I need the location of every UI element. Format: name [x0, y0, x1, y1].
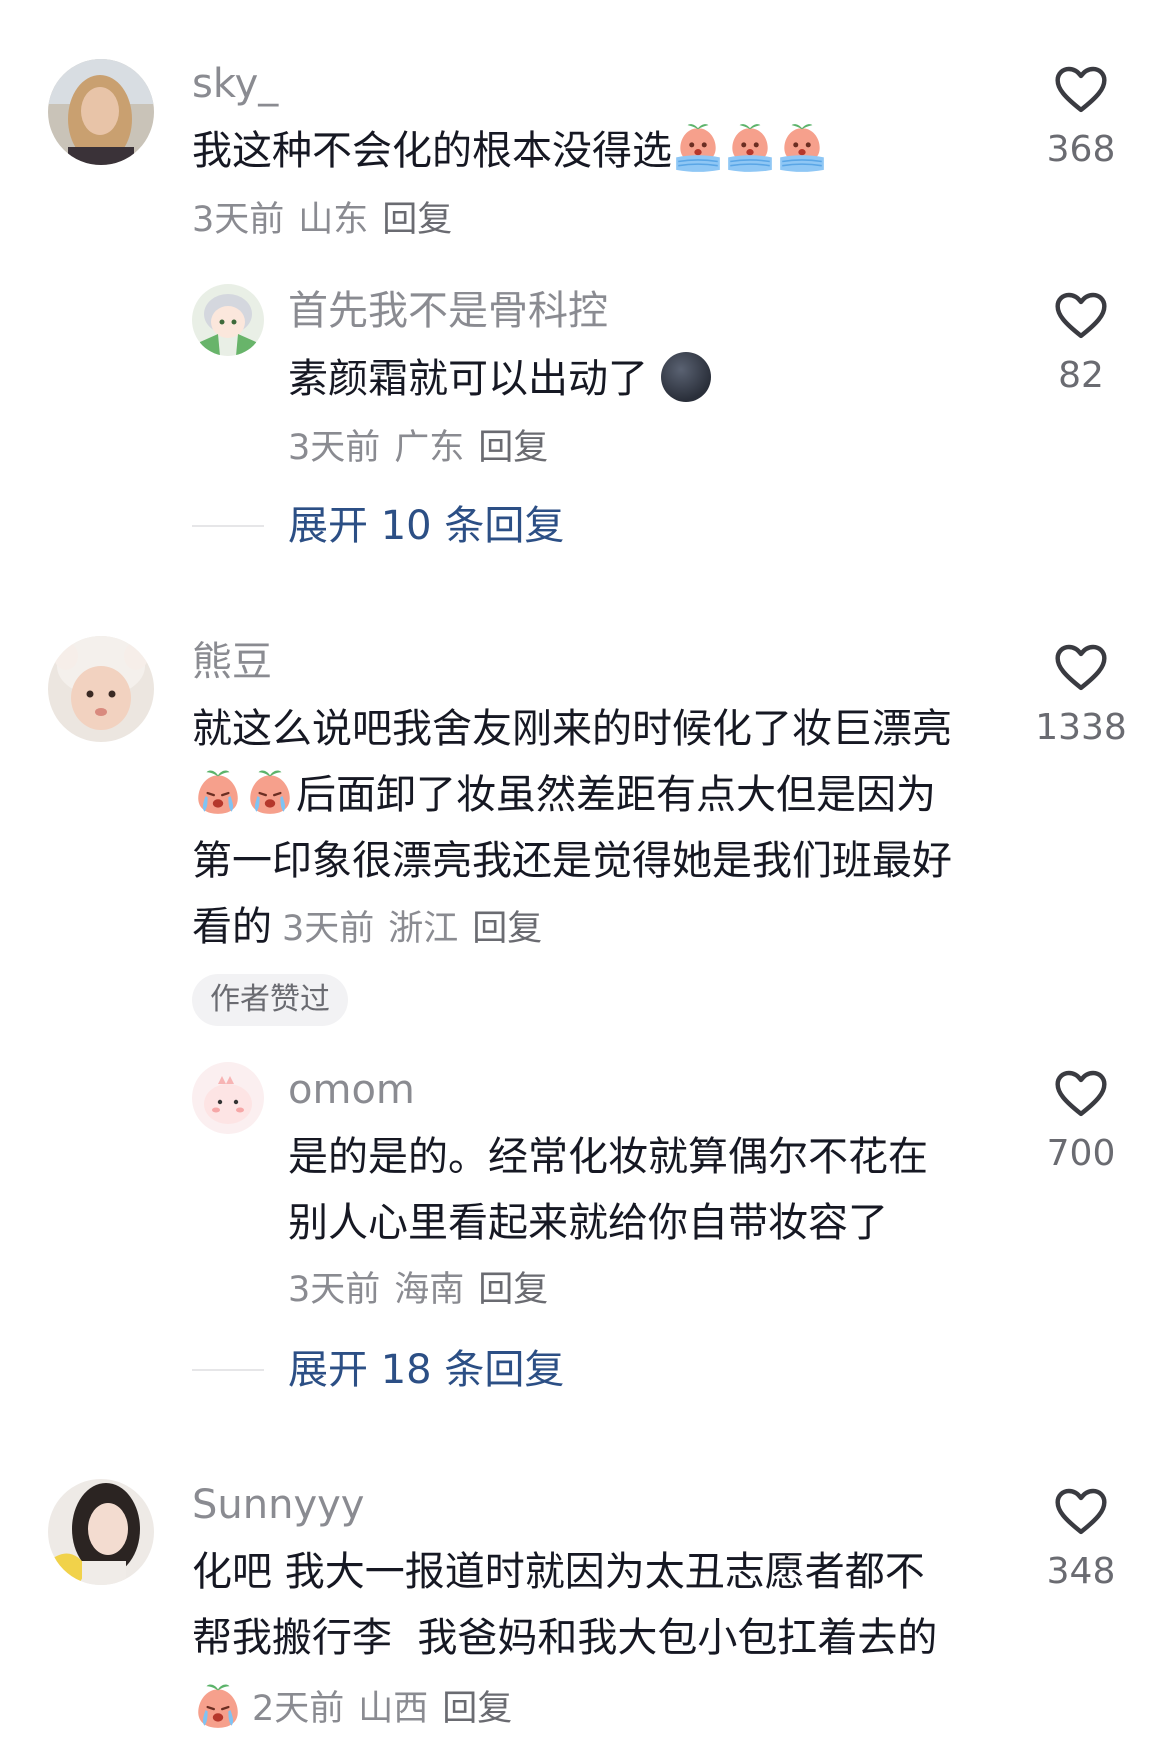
- avatar[interactable]: [48, 59, 154, 165]
- heart-icon[interactable]: [1053, 640, 1109, 696]
- heart-icon[interactable]: [1053, 62, 1109, 118]
- like-count: 82: [1058, 355, 1104, 396]
- comment-text-line: 看的 3天前 浙江 回复: [192, 904, 543, 950]
- timestamp: 2天前: [252, 1689, 345, 1729]
- location: 山西: [358, 1689, 429, 1729]
- reply-text: 是的是的。经常化妆就算偶尔不花在 别人心里看起来就给你自带妆容了: [288, 1124, 1118, 1256]
- like-area: 82: [1011, 288, 1151, 398]
- reply-text: 素颜霜就可以出动了: [288, 346, 1118, 412]
- like-area: 368: [1011, 62, 1151, 172]
- avatar[interactable]: [48, 1479, 154, 1585]
- avatar[interactable]: [48, 636, 154, 742]
- username[interactable]: 首先我不是骨科控: [288, 287, 608, 335]
- expand-replies-button[interactable]: 展开 18 条回复: [288, 1346, 564, 1394]
- reply-meta: 3天前 海南 回复: [288, 1268, 548, 1312]
- like-area: 1338: [1011, 640, 1151, 750]
- username[interactable]: sky_: [192, 60, 278, 108]
- divider: [192, 525, 264, 527]
- reply-text-line: 别人心里看起来就给你自带妆容了: [288, 1200, 888, 1246]
- like-area: 700: [1011, 1066, 1151, 1176]
- avatar[interactable]: [192, 1062, 264, 1134]
- comment-meta: 3天前 浙江 回复: [282, 909, 542, 949]
- username[interactable]: Sunnyyy: [192, 1481, 364, 1529]
- reply-meta: 3天前 广东 回复: [288, 426, 548, 470]
- cry-emoji-icon: [244, 766, 296, 818]
- comment-text-line: 第一印象很漂亮我还是觉得她是我们班最好: [192, 838, 952, 884]
- comment-meta: 3天前 山东 回复: [192, 198, 452, 242]
- location: 广东: [394, 428, 465, 468]
- comment-meta: 2天前 山西 回复: [192, 1680, 512, 1732]
- reply-text-line: 是的是的。经常化妆就算偶尔不花在: [288, 1134, 928, 1180]
- timestamp: 3天前: [192, 200, 285, 240]
- reply-button[interactable]: 回复: [442, 1689, 512, 1729]
- location: 海南: [394, 1270, 465, 1310]
- username[interactable]: 熊豆: [192, 638, 272, 686]
- avatar[interactable]: [192, 284, 264, 356]
- reply-button[interactable]: 回复: [382, 200, 452, 240]
- like-count: 700: [1046, 1133, 1116, 1174]
- comment-text: 化吧 我大一报道时就因为太丑志愿者都不 帮我搬行李 我爸妈和我大包小包扛着去的: [192, 1539, 1022, 1671]
- heart-icon[interactable]: [1053, 1066, 1109, 1122]
- like-count: 1338: [1035, 707, 1127, 748]
- location: 山东: [298, 200, 369, 240]
- cry-emoji-icon: [192, 1680, 244, 1732]
- comment-text-line: 后面卸了妆虽然差距有点大但是因为: [192, 762, 1022, 828]
- comment-text-line: 就这么说吧我舍友刚来的时候化了妆巨漂亮: [192, 706, 952, 752]
- comment-text: 我这种不会化的根本没得选: [192, 118, 1022, 184]
- comment-text: 就这么说吧我舍友刚来的时候化了妆巨漂亮 后面卸了妆虽然差距有点大但是因为 第一印…: [192, 696, 1022, 962]
- comment-text-line: 化吧 我大一报道时就因为太丑志愿者都不: [192, 1549, 925, 1595]
- like-count: 368: [1046, 129, 1116, 170]
- expand-replies-button[interactable]: 展开 10 条回复: [288, 502, 564, 550]
- timestamp: 3天前: [282, 909, 375, 949]
- divider: [192, 1369, 264, 1371]
- author-liked-badge: 作者赞过: [192, 974, 348, 1026]
- comment-text-line: 帮我搬行李 我爸妈和我大包小包扛着去的: [192, 1615, 938, 1661]
- reply-button[interactable]: 回复: [478, 428, 548, 468]
- timestamp: 3天前: [288, 428, 381, 468]
- reply-button[interactable]: 回复: [472, 909, 542, 949]
- cry-emoji-icon: [192, 766, 244, 818]
- like-area: 348: [1011, 1484, 1151, 1594]
- username[interactable]: omom: [288, 1066, 415, 1114]
- moon-emoji-icon: [660, 352, 711, 402]
- location: 浙江: [388, 909, 459, 949]
- heart-icon[interactable]: [1053, 288, 1109, 344]
- reply-button[interactable]: 回复: [478, 1270, 548, 1310]
- like-count: 348: [1046, 1551, 1116, 1592]
- cry-emoji-icon: [672, 122, 724, 174]
- cry-emoji-icon: [724, 122, 776, 174]
- timestamp: 3天前: [288, 1270, 381, 1310]
- cry-emoji-icon: [776, 122, 828, 174]
- heart-icon[interactable]: [1053, 1484, 1109, 1540]
